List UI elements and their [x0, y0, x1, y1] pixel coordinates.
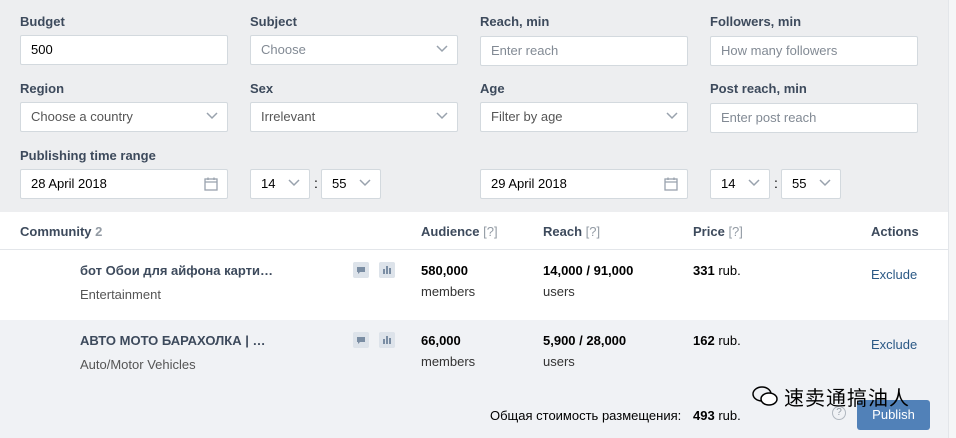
start-hour-select[interactable]: 14	[250, 169, 310, 199]
price-header: Price [?]	[693, 224, 743, 239]
reach-value: 5,900 / 28,000	[543, 333, 627, 348]
end-minute-select[interactable]: 55	[781, 169, 841, 199]
start-date-value: 28 April 2018	[31, 176, 107, 191]
start-hour-value: 14	[261, 176, 276, 191]
price-value: 162	[693, 333, 715, 348]
audience-value: 66,000	[421, 333, 461, 348]
time-separator: :	[314, 175, 318, 191]
reach-unit: users	[543, 284, 575, 299]
reach-min-input[interactable]: Enter reach	[480, 36, 688, 66]
chevron-down-icon	[206, 112, 218, 120]
bar-chart-icon[interactable]	[379, 332, 395, 348]
calendar-icon	[204, 177, 218, 191]
price-cell: 331 rub.	[693, 263, 741, 278]
reach-header: Reach [?]	[543, 224, 600, 239]
end-date-value: 29 April 2018	[491, 176, 567, 191]
comment-icon[interactable]	[353, 262, 369, 278]
actions-header: Actions	[871, 224, 919, 239]
chevron-down-icon	[748, 179, 760, 187]
watermark-text: 速卖通搞油人	[784, 388, 910, 410]
audience-unit: members	[421, 354, 476, 369]
filters-panel: Budget 500 Subject Choose Reach, min Ent…	[0, 0, 948, 212]
subject-select-value: Choose	[261, 42, 306, 57]
end-minute-value: 55	[792, 176, 807, 191]
audience-help[interactable]: [?]	[483, 224, 497, 239]
exclude-link[interactable]: Exclude	[871, 337, 917, 352]
community-category: Auto/Motor Vehicles	[80, 357, 196, 372]
budget-input[interactable]: 500	[20, 35, 228, 65]
wechat-logo-icon	[752, 386, 778, 406]
page-edge	[948, 0, 956, 438]
price-cell: 162 rub.	[693, 333, 741, 348]
start-minute-select[interactable]: 55	[321, 169, 381, 199]
community-name[interactable]: АВТО МОТО БАРАХОЛКА | …	[80, 333, 266, 348]
audience-header: Audience [?]	[421, 224, 498, 239]
total-cost-unit: rub.	[718, 408, 741, 423]
reach-min-label: Reach, min	[480, 14, 550, 29]
subject-label: Subject	[250, 14, 297, 29]
price-unit: rub.	[718, 263, 741, 278]
age-select-value: Filter by age	[491, 109, 563, 124]
sex-select-value: Irrelevant	[261, 109, 316, 124]
reach-value: 14,000 / 91,000	[543, 263, 634, 278]
followers-min-label: Followers, min	[710, 14, 802, 29]
time-separator: :	[774, 175, 778, 191]
end-date-picker[interactable]: 29 April 2018	[480, 169, 688, 199]
subject-select[interactable]: Choose	[250, 35, 458, 65]
reach-unit: users	[543, 354, 575, 369]
audience-value: 580,000	[421, 263, 468, 278]
table-row: АВТО МОТО БАРАХОЛКА | … Auto/Motor Vehic…	[0, 320, 948, 390]
start-minute-value: 55	[332, 176, 347, 191]
chevron-down-icon	[666, 112, 678, 120]
region-select-value: Choose a country	[31, 109, 133, 124]
chevron-down-icon	[436, 45, 448, 53]
budget-label: Budget	[20, 14, 65, 29]
price-value: 331	[693, 263, 715, 278]
exclude-link[interactable]: Exclude	[871, 267, 917, 282]
comment-icon[interactable]	[353, 332, 369, 348]
reach-help[interactable]: [?]	[586, 224, 600, 239]
total-cost-value: 493	[693, 408, 715, 423]
end-hour-value: 14	[721, 176, 736, 191]
community-category: Entertainment	[80, 287, 161, 302]
community-count: 2	[95, 224, 103, 239]
post-reach-min-label: Post reach, min	[710, 81, 807, 96]
audience-header-label: Audience	[421, 224, 480, 239]
price-help[interactable]: [?]	[728, 224, 742, 239]
chevron-down-icon	[359, 179, 371, 187]
chevron-down-icon	[819, 179, 831, 187]
end-hour-select[interactable]: 14	[710, 169, 770, 199]
chevron-down-icon	[436, 112, 448, 120]
audience-unit: members	[421, 284, 476, 299]
post-reach-min-input[interactable]: Enter post reach	[710, 103, 918, 133]
reach-header-label: Reach	[543, 224, 583, 239]
age-label: Age	[480, 81, 505, 96]
calendar-icon	[664, 177, 678, 191]
age-select[interactable]: Filter by age	[480, 102, 688, 132]
region-select[interactable]: Choose a country	[20, 102, 228, 132]
community-name[interactable]: бот Обои для айфона карти…	[80, 263, 273, 278]
table-row: бот Обои для айфона карти… Entertainment…	[0, 250, 948, 320]
table-header: Community 2 Audience [?] Reach [?] Price…	[0, 212, 948, 250]
start-date-picker[interactable]: 28 April 2018	[20, 169, 228, 199]
total-cost-label: Общая стоимость размещения:	[490, 408, 682, 423]
price-unit: rub.	[718, 333, 741, 348]
community-header-label: Community	[20, 224, 92, 239]
bar-chart-icon[interactable]	[379, 262, 395, 278]
sex-label: Sex	[250, 81, 274, 96]
chevron-down-icon	[288, 179, 300, 187]
region-label: Region	[20, 81, 65, 96]
total-cost: 493 rub.	[693, 408, 741, 423]
followers-min-input[interactable]: How many followers	[710, 36, 918, 66]
price-header-label: Price	[693, 224, 725, 239]
time-range-label: Publishing time range	[20, 148, 156, 163]
sex-select[interactable]: Irrelevant	[250, 102, 458, 132]
community-header: Community 2	[20, 224, 102, 239]
